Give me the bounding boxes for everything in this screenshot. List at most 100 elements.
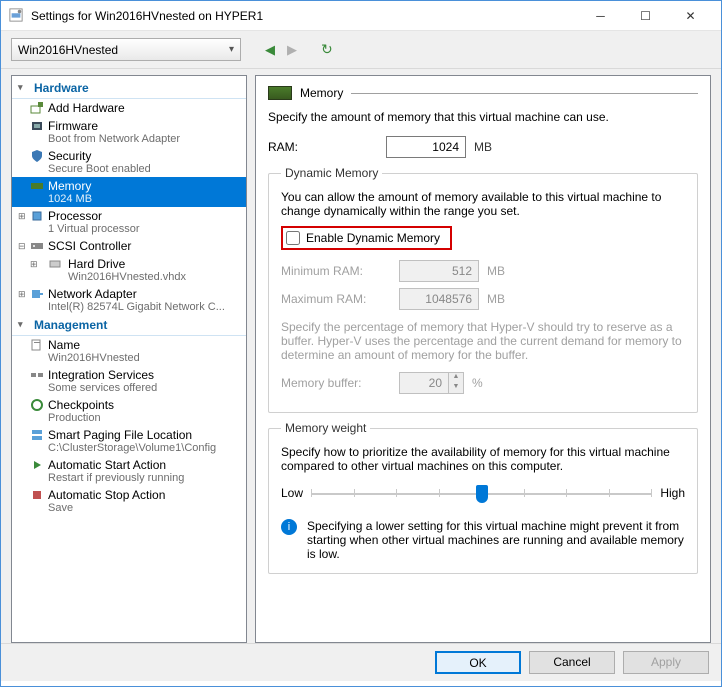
minimize-button[interactable]: ─ bbox=[578, 1, 623, 31]
tree-item-checkpoints[interactable]: Checkpoints Production bbox=[12, 396, 246, 426]
slider-thumb[interactable] bbox=[476, 485, 488, 503]
tree-item-sublabel: 1024 MB bbox=[48, 193, 242, 205]
shield-icon bbox=[30, 149, 44, 163]
tree-item-integration-services[interactable]: Integration Services Some services offer… bbox=[12, 366, 246, 396]
tree-item-sublabel: Restart if previously running bbox=[48, 472, 242, 484]
paging-icon bbox=[30, 428, 44, 442]
tree-item-label: Security bbox=[48, 149, 91, 163]
tree-item-sublabel: Production bbox=[48, 412, 242, 424]
name-icon bbox=[30, 338, 44, 352]
dynamic-memory-desc: You can allow the amount of memory avail… bbox=[281, 190, 685, 218]
scsi-icon bbox=[30, 239, 44, 253]
ram-label: RAM: bbox=[268, 140, 378, 154]
tree-item-sublabel: C:\ClusterStorage\Volume1\Config bbox=[48, 442, 242, 454]
info-icon: i bbox=[281, 519, 297, 535]
memory-icon bbox=[268, 86, 292, 100]
tree-item-auto-stop[interactable]: Automatic Stop Action Save bbox=[12, 486, 246, 516]
tree-item-sublabel: Secure Boot enabled bbox=[48, 163, 242, 175]
max-ram-input bbox=[399, 288, 479, 310]
weight-high-label: High bbox=[660, 486, 685, 500]
window-title: Settings for Win2016HVnested on HYPER1 bbox=[31, 9, 578, 23]
min-ram-unit: MB bbox=[487, 264, 505, 278]
dynamic-memory-legend: Dynamic Memory bbox=[281, 166, 382, 180]
tree-item-hard-drive[interactable]: ⊞ Hard Drive Win2016HVnested.vhdx bbox=[12, 255, 246, 285]
expand-icon[interactable]: ⊞ bbox=[18, 211, 26, 222]
nav-forward-button[interactable]: ▶ bbox=[287, 42, 297, 58]
ram-input[interactable] bbox=[386, 136, 466, 158]
tree-item-processor[interactable]: ⊞ Processor 1 Virtual processor bbox=[12, 207, 246, 237]
apply-button[interactable]: Apply bbox=[623, 651, 709, 674]
memory-weight-slider[interactable] bbox=[311, 481, 652, 505]
tree-item-memory[interactable]: Memory 1024 MB bbox=[12, 177, 246, 207]
tree-item-auto-start[interactable]: Automatic Start Action Restart if previo… bbox=[12, 456, 246, 486]
tree-item-label: SCSI Controller bbox=[48, 239, 131, 253]
toolbar: Win2016HVnested ▾ ◀ ▶ ↻ bbox=[1, 31, 721, 69]
tree-item-smart-paging[interactable]: Smart Paging File Location C:\ClusterSto… bbox=[12, 426, 246, 456]
tree-item-sublabel: Win2016HVnested.vhdx bbox=[68, 271, 242, 283]
buffer-label: Memory buffer: bbox=[281, 376, 391, 390]
memory-weight-desc: Specify how to prioritize the availabili… bbox=[281, 445, 685, 473]
tree-item-label: Firmware bbox=[48, 119, 98, 133]
tree-item-sublabel: Intel(R) 82574L Gigabit Network C... bbox=[48, 301, 242, 313]
stop-action-icon bbox=[30, 488, 44, 502]
refresh-button[interactable]: ↻ bbox=[321, 41, 333, 58]
tree-item-sublabel: Boot from Network Adapter bbox=[48, 133, 242, 145]
tree-item-add-hardware[interactable]: Add Hardware bbox=[12, 99, 246, 117]
expand-icon[interactable]: ⊞ bbox=[30, 259, 38, 270]
collapse-icon: ▾ bbox=[18, 82, 28, 92]
integration-icon bbox=[30, 368, 44, 382]
enable-dynamic-memory-checkbox[interactable] bbox=[286, 231, 300, 245]
expand-icon[interactable]: ⊞ bbox=[18, 289, 26, 300]
tree-item-label: Automatic Start Action bbox=[48, 458, 166, 472]
min-ram-input bbox=[399, 260, 479, 282]
memory-weight-legend: Memory weight bbox=[281, 421, 370, 435]
tree-item-label: Integration Services bbox=[48, 368, 154, 382]
maximize-button[interactable]: ☐ bbox=[623, 1, 668, 31]
network-icon bbox=[30, 287, 44, 301]
vm-selector-value: Win2016HVnested bbox=[18, 43, 118, 57]
ram-unit: MB bbox=[474, 140, 492, 154]
tree-item-label: Smart Paging File Location bbox=[48, 428, 192, 442]
management-section-header[interactable]: ▾ Management bbox=[12, 315, 246, 336]
buffer-desc: Specify the percentage of memory that Hy… bbox=[281, 320, 685, 362]
close-button[interactable]: ✕ bbox=[668, 1, 713, 31]
ok-button[interactable]: OK bbox=[435, 651, 521, 674]
buffer-spinner: ▲▼ bbox=[449, 372, 464, 394]
collapse-icon: ▾ bbox=[18, 319, 28, 329]
collapse-icon[interactable]: ⊟ bbox=[18, 241, 26, 252]
tree-item-label: Hard Drive bbox=[68, 257, 125, 271]
titlebar: Settings for Win2016HVnested on HYPER1 ─… bbox=[1, 1, 721, 31]
enable-dynamic-memory-label: Enable Dynamic Memory bbox=[306, 231, 440, 245]
nav-back-button[interactable]: ◀ bbox=[265, 42, 275, 58]
tree-item-label: Memory bbox=[48, 179, 91, 193]
memory-weight-info: Specifying a lower setting for this virt… bbox=[307, 519, 685, 561]
hard-drive-icon bbox=[48, 257, 62, 271]
tree-item-label: Automatic Stop Action bbox=[48, 488, 165, 502]
hardware-section-header[interactable]: ▾ Hardware bbox=[12, 78, 246, 99]
tree-item-firmware[interactable]: Firmware Boot from Network Adapter bbox=[12, 117, 246, 147]
tree-item-security[interactable]: Security Secure Boot enabled bbox=[12, 147, 246, 177]
memory-icon bbox=[30, 179, 44, 193]
tree-item-label: Name bbox=[48, 338, 80, 352]
panel-heading: Memory bbox=[300, 86, 343, 100]
cancel-button[interactable]: Cancel bbox=[529, 651, 615, 674]
tree-item-sublabel: Win2016HVnested bbox=[48, 352, 242, 364]
memory-weight-group: Memory weight Specify how to prioritize … bbox=[268, 421, 698, 574]
tree-item-network-adapter[interactable]: ⊞ Network Adapter Intel(R) 82574L Gigabi… bbox=[12, 285, 246, 315]
app-icon bbox=[9, 8, 25, 24]
tree-item-label: Checkpoints bbox=[48, 398, 114, 412]
min-ram-label: Minimum RAM: bbox=[281, 264, 391, 278]
max-ram-label: Maximum RAM: bbox=[281, 292, 391, 306]
settings-tree[interactable]: ▾ Hardware Add Hardware Firmware Boot fr… bbox=[11, 75, 247, 643]
tree-item-name[interactable]: Name Win2016HVnested bbox=[12, 336, 246, 366]
processor-icon bbox=[30, 209, 44, 223]
tree-item-label: Add Hardware bbox=[48, 101, 125, 115]
add-hardware-icon bbox=[30, 101, 44, 115]
content-panel: Memory Specify the amount of memory that… bbox=[255, 75, 711, 643]
start-action-icon bbox=[30, 458, 44, 472]
firmware-icon bbox=[30, 119, 44, 133]
vm-selector[interactable]: Win2016HVnested ▾ bbox=[11, 38, 241, 61]
tree-item-scsi[interactable]: ⊟ SCSI Controller bbox=[12, 237, 246, 255]
tree-item-sublabel: 1 Virtual processor bbox=[48, 223, 242, 235]
checkpoint-icon bbox=[30, 398, 44, 412]
